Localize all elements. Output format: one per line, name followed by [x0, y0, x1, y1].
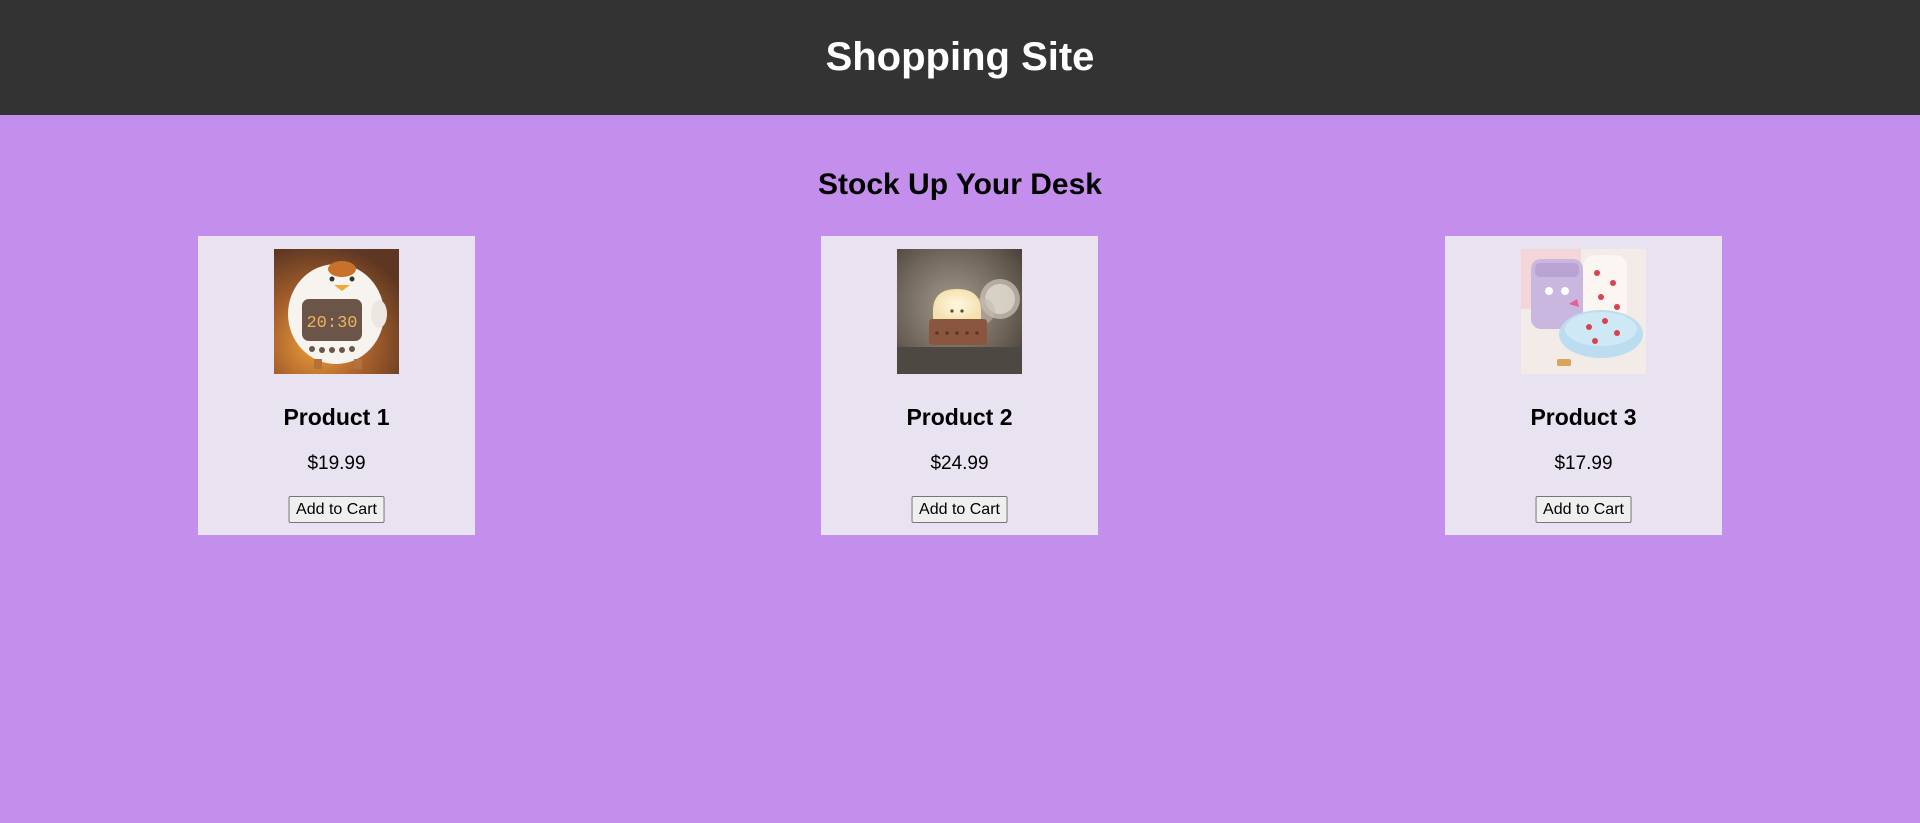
pencil-cases-image	[1521, 249, 1646, 374]
product-price: $24.99	[930, 453, 989, 474]
product-card: Product 2 $24.99 Add to Cart	[821, 236, 1098, 535]
toast-night-light-image	[897, 249, 1022, 374]
product-card: Product 3 $17.99 Add to Cart	[1445, 236, 1722, 535]
svg-text:20:30: 20:30	[306, 314, 357, 333]
main-content: Stock Up Your Desk 20:30 Product 1 $19.9…	[0, 115, 1920, 535]
add-to-cart-button[interactable]: Add to Cart	[288, 496, 385, 523]
product-price: $19.99	[307, 453, 366, 474]
chick-alarm-clock-image: 20:30	[274, 249, 399, 374]
product-grid: 20:30 Product 1 $19.99 Add to Cart Produ…	[0, 92, 1920, 552]
add-to-cart-button[interactable]: Add to Cart	[911, 496, 1008, 523]
product-card: 20:30 Product 1 $19.99 Add to Cart	[198, 236, 475, 535]
product-name: Product 3	[1530, 404, 1637, 430]
site-title: Shopping Site	[825, 35, 1095, 79]
product-price: $17.99	[1554, 453, 1613, 474]
product-name: Product 1	[283, 404, 390, 430]
product-name: Product 2	[906, 404, 1013, 430]
add-to-cart-button[interactable]: Add to Cart	[1535, 496, 1632, 523]
